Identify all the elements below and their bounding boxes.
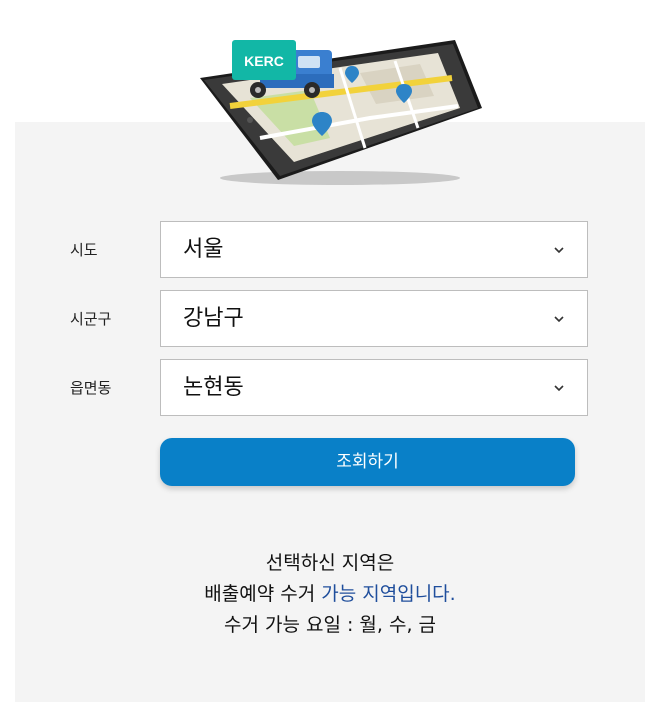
sido-row: 시도 서울 <box>0 221 666 281</box>
availability-highlight: 가능 지역입니다. <box>321 583 456 605</box>
tablet-map-illustration: KERC <box>200 40 482 185</box>
sigungu-select[interactable]: 강남구 <box>160 290 588 347</box>
eupmyeondong-selected-value: 논현동 <box>183 375 244 400</box>
sigungu-row: 시군구 강남구 <box>0 290 666 350</box>
sigungu-selected-value: 강남구 <box>183 306 244 331</box>
eupmyeondong-select[interactable]: 논현동 <box>160 359 588 416</box>
result-message: 선택하신 지역은 배출예약 수거 가능 지역입니다. 수거 가능 요일 : 월,… <box>0 548 660 641</box>
result-line-2: 배출예약 수거 가능 지역입니다. <box>0 579 660 610</box>
result-line-3: 수거 가능 요일 : 월, 수, 금 <box>223 614 437 636</box>
eupmyeondong-label: 읍면동 <box>70 379 112 397</box>
eupmyeondong-row: 읍면동 논현동 <box>0 359 666 419</box>
result-line-1: 선택하신 지역은 <box>265 552 395 574</box>
sigungu-label: 시군구 <box>70 310 112 328</box>
lookup-button[interactable]: 조회하기 <box>160 438 575 486</box>
chevron-down-icon <box>554 316 564 323</box>
chevron-down-icon <box>554 247 564 254</box>
result-line-2-prefix: 배출예약 수거 <box>204 583 322 605</box>
sido-selected-value: 서울 <box>183 237 224 262</box>
chevron-down-icon <box>554 385 564 392</box>
sido-label: 시도 <box>70 241 98 259</box>
truck-brand-text: KERC <box>244 53 284 69</box>
sido-select[interactable]: 서울 <box>160 221 588 278</box>
